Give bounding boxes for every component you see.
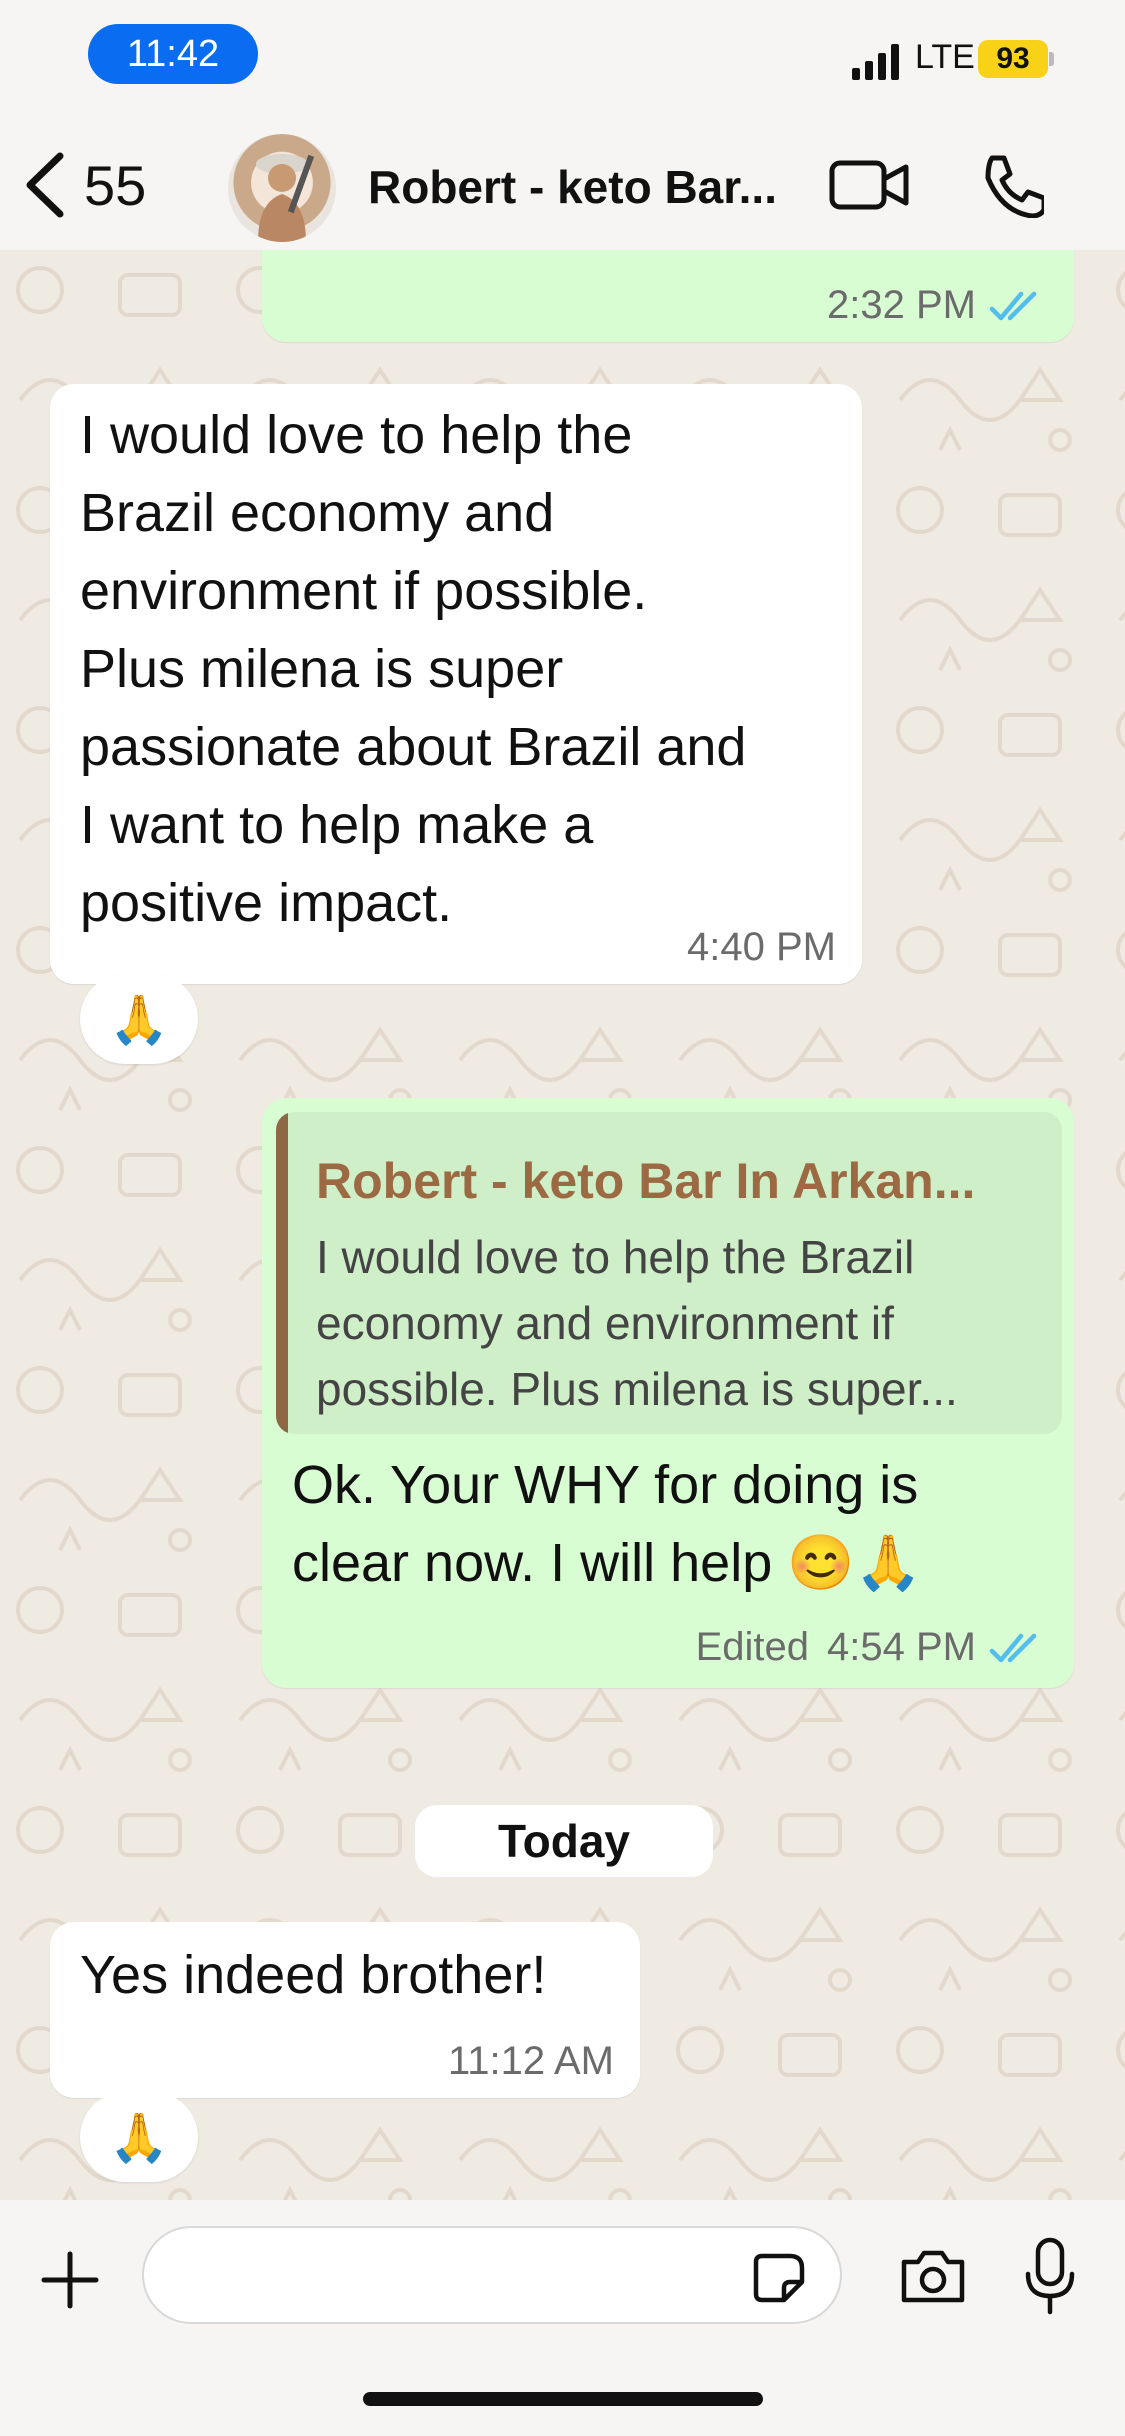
message-line: clear now. I will help 😊🙏 [292,1533,922,1593]
message-input[interactable] [142,2226,842,2324]
unread-count: 55 [84,153,147,217]
top-bar: 11:42 LTE 93 55 Robert - keto Bar... [0,0,1125,250]
message-text: Ok. Your WHY for doing is clear now. I w… [292,1446,1072,1602]
date-separator: Today [415,1805,713,1877]
quote-text: I would love to help the Brazil economy … [316,1224,1046,1422]
battery-icon [1049,52,1054,66]
battery-level: 93 [978,40,1048,78]
chevron-left-icon [26,152,64,218]
message-bubble-outgoing[interactable]: Robert - keto Bar In Arkan... I would lo… [262,1098,1074,1688]
message-line: Brazil economy and [80,483,555,543]
message-reaction[interactable]: 🙏 [80,2092,198,2182]
quote-line: possible. Plus milena is super... [316,1363,958,1415]
double-check-icon [989,291,1037,320]
message-meta: 4:40 PM [687,925,836,970]
plus-icon[interactable] [40,2250,100,2310]
message-line: Plus milena is super [80,639,564,699]
home-indicator [363,2392,763,2406]
message-line: I want to help make a [80,795,594,855]
edited-label: Edited [695,1625,810,1669]
message-bubble-incoming[interactable]: I would love to help the Brazil economy … [50,384,862,984]
back-button[interactable]: 55 [20,145,180,225]
contact-name[interactable]: Robert - keto Bar... [368,160,803,214]
video-call-button[interactable] [828,155,910,215]
chat-area: 2:32 PM I would love to help the Brazil … [0,210,1125,2220]
network-type: LTE [915,38,975,76]
message-time: 11:12 AM [447,2039,614,2083]
phone-call-button[interactable] [978,152,1044,218]
message-text: Yes indeed brother! [80,1936,640,2014]
message-meta: 2:32 PM [827,283,1048,328]
double-check-icon [989,1633,1037,1662]
quote-line: I would love to help the Brazil [316,1231,915,1283]
microphone-icon[interactable] [1022,2236,1078,2316]
contact-avatar[interactable] [228,134,336,242]
message-line: I would love to help the [80,405,633,465]
message-line: environment if possible. [80,561,648,621]
camera-icon[interactable] [898,2246,968,2306]
message-time: 2:32 PM [827,283,976,327]
message-time: 4:54 PM [827,1625,976,1669]
quote-line: economy and environment if [316,1297,894,1349]
avatar-image [256,154,315,242]
message-meta: Edited 4:54 PM [696,1625,1048,1670]
sticker-icon[interactable] [752,2250,808,2306]
quoted-message[interactable]: Robert - keto Bar In Arkan... I would lo… [276,1112,1062,1434]
message-reaction[interactable]: 🙏 [80,974,198,1064]
message-bubble-incoming[interactable]: Yes indeed brother! 11:12 AM [50,1922,640,2098]
message-line: passionate about Brazil and [80,717,747,777]
quote-author: Robert - keto Bar In Arkan... [316,1153,976,1209]
message-line: Yes indeed brother! [80,1945,547,2005]
message-meta: 11:12 AM [448,2039,614,2084]
quote-accent-bar [276,1112,288,1434]
status-time: 11:42 [88,24,258,84]
message-line: Ok. Your WHY for doing is [292,1455,919,1515]
message-time: 4:40 PM [687,925,836,969]
cellular-signal-icon [852,44,899,80]
message-text: I would love to help the Brazil economy … [80,396,860,942]
